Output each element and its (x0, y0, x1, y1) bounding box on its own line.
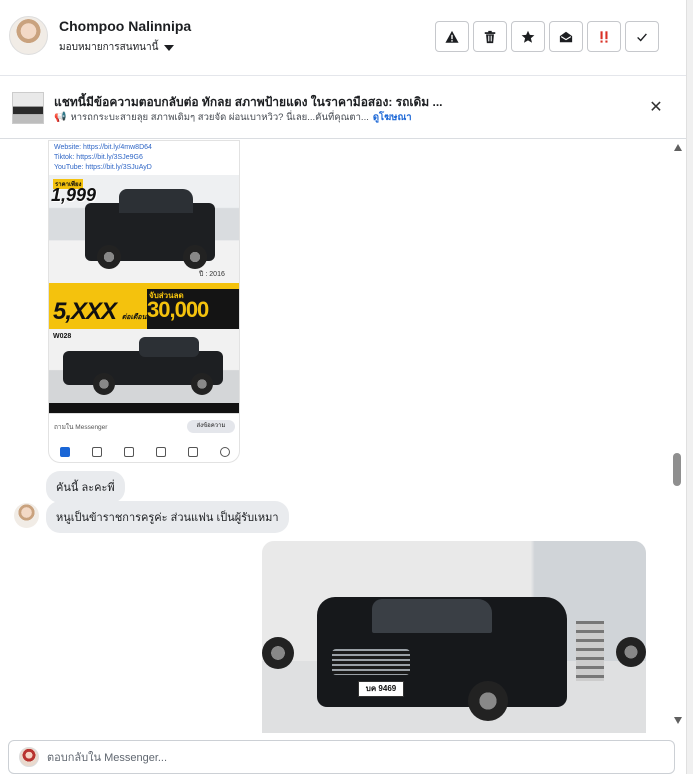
poster-messenger-bar: ถามใน Messenger ส่งข้อความ (49, 413, 239, 439)
received-message: หนูเป็นข้าราชการครูค่ะ ส่วนแฟน เป็นผู้รั… (46, 501, 289, 533)
poster-year: ปี : 2016 (199, 271, 225, 278)
follow-up-button[interactable] (587, 21, 621, 52)
poster-monthly: 5,XXX ต่อเดือน (53, 298, 147, 325)
sent-car-image[interactable]: บค 9469 (262, 541, 646, 733)
poster-price: 1,999 (51, 185, 97, 205)
contact-avatar (14, 503, 39, 528)
tyre-rack (576, 621, 604, 681)
warning-icon (445, 30, 459, 43)
star-icon (521, 30, 535, 43)
thread-scrollbar[interactable] (671, 140, 685, 733)
star-button[interactable] (511, 21, 545, 52)
received-poster-image[interactable]: Website: https://bit.ly/4mw8D64 Tiktok: … (48, 140, 240, 463)
mark-done-button[interactable] (625, 21, 659, 52)
caret-down-icon (164, 44, 175, 51)
conversation-header: Chompoo Nalinnipa มอบหมายการสนทนานี้ (0, 0, 686, 76)
header-action-buttons (435, 21, 659, 52)
poster-link: YouTube: https://bit.ly/3SJuAyD (54, 164, 152, 171)
truck-window (372, 599, 492, 633)
poster-code: W028 (53, 333, 72, 340)
ad-banner-text: หารถกระบะสายลุย สภาพเดิมๆ สวยจัด ผ่อนเบา… (70, 112, 369, 123)
license-plate: บค 9469 (358, 681, 404, 697)
checkmark-icon (637, 32, 647, 42)
scroll-up-arrow-icon[interactable] (674, 144, 682, 151)
poster-footer (49, 403, 239, 413)
home-icon (60, 446, 70, 457)
poster-links: Website: https://bit.ly/4mw8D64 Tiktok: … (54, 143, 234, 173)
reply-composer (8, 740, 675, 774)
delete-button[interactable] (473, 21, 507, 52)
profile-icon (220, 446, 230, 457)
assign-label: มอบหมายการสนทนานี้ (59, 42, 159, 53)
contact-name[interactable]: Chompoo Nalinnipa (59, 18, 191, 34)
ad-thumbnail (12, 92, 44, 124)
scroll-down-arrow-icon[interactable] (674, 717, 682, 724)
friends-icon (124, 446, 134, 457)
close-icon[interactable]: ✕ (648, 100, 664, 116)
megaphone-icon: 📢 (54, 112, 67, 123)
poster-nav-bar (49, 439, 239, 462)
ad-reply-banner: แชทนี้มีข้อความตอบกลับต่อ ทักลย สภาพป้าย… (0, 77, 686, 139)
bell-icon (188, 446, 198, 457)
open-envelope-icon (559, 31, 573, 42)
trash-icon (484, 30, 496, 43)
mark-spam-button[interactable] (435, 21, 469, 52)
poster-discount: 30,000 (147, 297, 209, 322)
truck-grille (332, 649, 410, 675)
poster-car-photo-2 (49, 329, 239, 403)
reply-input[interactable] (47, 747, 647, 769)
page-avatar (19, 747, 39, 767)
video-icon (92, 446, 102, 457)
scrollbar-thumb[interactable] (673, 453, 681, 486)
poster-link: Tiktok: https://bit.ly/3SJe9G6 (54, 154, 143, 161)
assign-conversation-dropdown[interactable]: มอบหมายการสนทนานี้ (59, 40, 175, 55)
view-ad-link[interactable]: ดูโฆษณา (373, 110, 412, 125)
message-thread[interactable]: Website: https://bit.ly/4mw8D64 Tiktok: … (0, 140, 686, 733)
poster-link: Website: https://bit.ly/4mw8D64 (54, 144, 152, 151)
contact-avatar[interactable] (9, 16, 48, 55)
page-scrollbar-track[interactable] (686, 0, 693, 774)
received-message: คันนี้ ละคะพี่ (46, 471, 125, 503)
ad-banner-subtitle: 📢 หารถกระบะสายลุย สภาพเดิมๆ สวยจัด ผ่อนเ… (54, 110, 412, 125)
marketplace-icon (156, 446, 166, 457)
mark-unread-button[interactable] (549, 21, 583, 52)
double-exclamation-icon (600, 30, 608, 43)
